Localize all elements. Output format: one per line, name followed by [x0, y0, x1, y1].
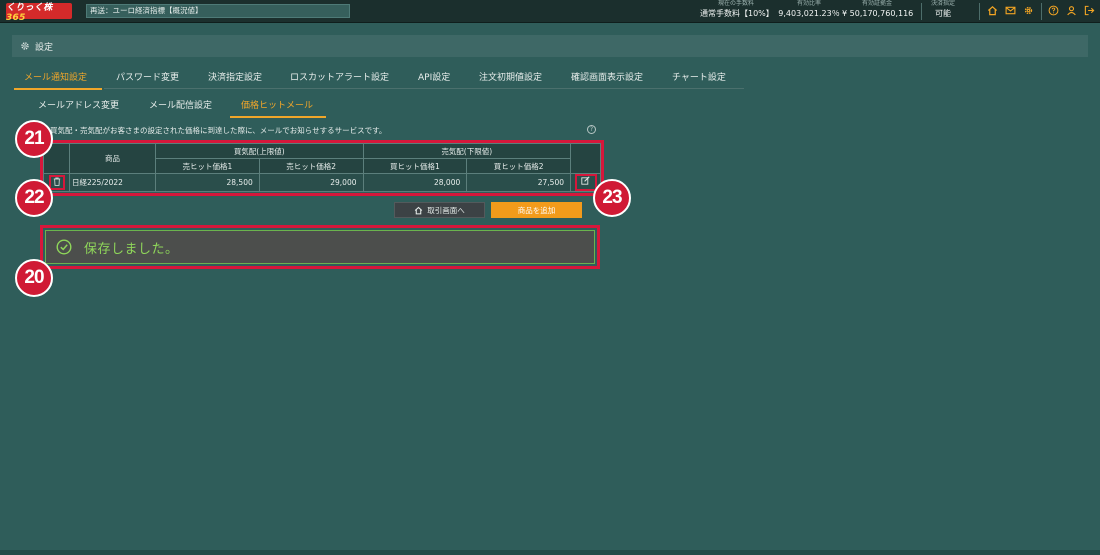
mail-icon[interactable] — [1005, 5, 1016, 16]
top-bar: くりっく株365 再送：ユーロ経済指標【概況値】 現在の手数料 通常手数料【10… — [0, 0, 1100, 23]
divider — [979, 3, 980, 20]
header-sell-hit-1: 売ヒット価格1 — [155, 158, 260, 174]
help-icon[interactable]: ? — [587, 125, 596, 134]
price-hit-table: 商品 買気配(上限値) 売気配(下限値) 売ヒット価格1 売ヒット価格2 買ヒッ… — [43, 143, 601, 192]
delete-button[interactable] — [48, 175, 65, 190]
gear-icon[interactable] — [1023, 5, 1034, 16]
table-row: 日経225/2022 28,500 29,000 28,000 27,500 — [43, 173, 601, 192]
active-subtab-indicator — [230, 116, 326, 118]
settings-header: 設定 — [12, 35, 1088, 57]
to-trading-label: 取引画面へ — [427, 205, 465, 215]
header-product: 商品 — [69, 143, 156, 174]
stat-margin-ratio: 有効比率 9,403,021.23％ — [778, 0, 840, 18]
callout-23: 23 — [593, 179, 631, 217]
trash-icon — [53, 177, 60, 186]
callout-21: 21 — [15, 120, 53, 158]
stat-effective-margin: 有効証拠金 ¥ 50,170,760,116 — [842, 0, 914, 18]
service-description: 買気配・売気配がお客さまの設定された価格に到達した際に、メールでお知らせするサー… — [50, 126, 387, 135]
tabs-divider — [104, 88, 744, 89]
logout-icon[interactable] — [1084, 5, 1095, 16]
tab-chart-settings[interactable]: チャート設定 — [672, 69, 726, 89]
subtab-price-hit-mail[interactable]: 価格ヒットメール — [241, 98, 313, 114]
saved-notification: 保存しました。 — [45, 230, 595, 264]
tab-confirm-display[interactable]: 確認画面表示設定 — [571, 69, 643, 89]
page-title: 設定 — [35, 42, 54, 53]
header-buy-hit-2: 買ヒット価格2 — [466, 158, 571, 174]
edit-button[interactable] — [574, 174, 597, 191]
saved-message: 保存しました。 — [84, 241, 179, 257]
gear-icon — [21, 42, 29, 50]
header-sell-group: 売気配(下限値) — [362, 143, 571, 159]
subtab-mail-delivery[interactable]: メール配信設定 — [149, 98, 212, 114]
bottom-edge — [0, 550, 1100, 555]
value-cell: 29,000 — [258, 173, 364, 192]
check-circle-icon — [56, 239, 72, 255]
header-buy-group: 買気配(上限値) — [155, 143, 364, 159]
home-icon[interactable] — [987, 5, 998, 16]
header-sell-hit-2: 売ヒット価格2 — [258, 158, 364, 174]
add-product-button[interactable]: 商品を追加 — [491, 202, 582, 218]
to-trading-button[interactable]: 取引画面へ — [394, 202, 485, 218]
subtab-email-change[interactable]: メールアドレス変更 — [38, 98, 119, 114]
edit-icon — [581, 176, 590, 185]
tab-losscut-alert[interactable]: ロスカットアラート設定 — [290, 69, 389, 89]
help-icon[interactable] — [1048, 5, 1059, 16]
header-spacer — [570, 143, 601, 174]
value-cell: 28,000 — [362, 173, 468, 192]
value-cell: 28,500 — [155, 173, 260, 192]
callout-22: 22 — [15, 179, 53, 217]
tab-mail-notification[interactable]: メール通知設定 — [24, 69, 87, 89]
news-ticker[interactable]: 再送：ユーロ経済指標【概況値】 — [86, 4, 350, 18]
active-tab-indicator — [14, 88, 102, 90]
user-icon[interactable] — [1066, 5, 1077, 16]
callout-20: 20 — [15, 259, 53, 297]
product-cell: 日経225/2022 — [69, 173, 156, 192]
header-buy-hit-1: 買ヒット価格1 — [362, 158, 468, 174]
home-icon — [415, 206, 423, 214]
divider — [921, 3, 922, 20]
stat-settlement: 決済指定 可能 — [930, 0, 955, 18]
brand-logo[interactable]: くりっく株365 — [6, 3, 72, 23]
stat-fee: 現在の手数料 通常手数料【10%】 — [700, 0, 774, 18]
tab-settlement-settings[interactable]: 決済指定設定 — [208, 69, 262, 89]
tab-order-defaults[interactable]: 注文初期値設定 — [479, 69, 542, 89]
divider — [1041, 3, 1042, 20]
tab-password-change[interactable]: パスワード変更 — [116, 69, 179, 89]
tab-api-settings[interactable]: API設定 — [418, 69, 450, 89]
value-cell: 27,500 — [466, 173, 571, 192]
